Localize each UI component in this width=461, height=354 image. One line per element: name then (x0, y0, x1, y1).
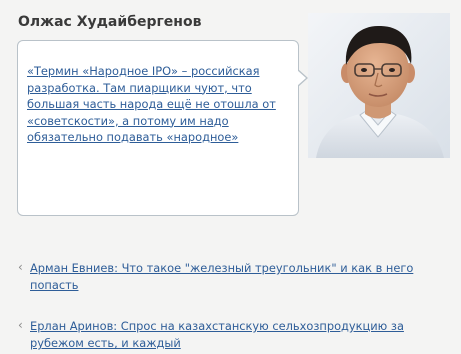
related-article-link[interactable]: Ерлан Аринов: Спрос на казахстанскую сел… (30, 318, 448, 352)
author-photo[interactable] (308, 13, 450, 158)
related-article-item: ‹ Ерлан Аринов: Спрос на казахстанскую с… (18, 318, 448, 352)
related-article-link[interactable]: Арман Евниев: Что такое "железный треуго… (30, 260, 448, 294)
bullet-icon: ‹ (18, 318, 23, 332)
bullet-icon: ‹ (18, 260, 23, 274)
bubble-tail-fill (297, 70, 306, 86)
author-photo-image (308, 13, 450, 158)
related-article-item: ‹ Арман Евниев: Что такое "железный треу… (18, 260, 448, 294)
quote-link[interactable]: «Термин «Народное IPO» – российская разр… (27, 63, 289, 146)
quote-bubble: «Термин «Народное IPO» – российская разр… (17, 40, 308, 216)
author-name: Олжас Худайбергенов (18, 14, 202, 30)
